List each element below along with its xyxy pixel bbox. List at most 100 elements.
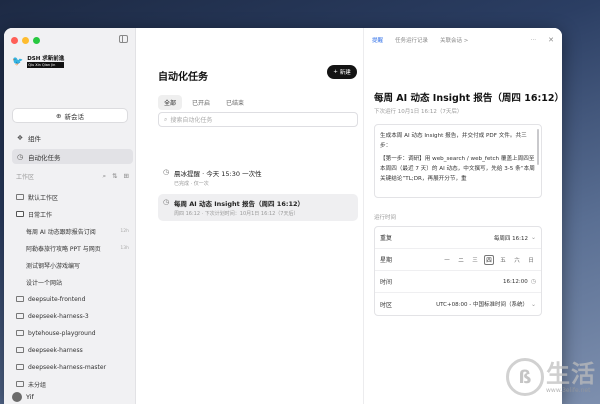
avatar (12, 392, 22, 402)
folder-icon (16, 296, 24, 302)
tab-all[interactable]: 全部 (158, 95, 183, 110)
zoom-window-button[interactable] (33, 37, 40, 44)
next-run-text: 下次运行 10月1日 16:12（7天后） (374, 109, 463, 115)
minimize-window-button[interactable] (22, 37, 29, 44)
prompt-paragraph: 生成本周 AI 动态 Insight 报告，并交付成 PDF 文件。共三步： (380, 133, 527, 149)
user-profile[interactable]: Yif (12, 392, 34, 402)
window-controls (11, 37, 40, 44)
search-placeholder: 搜索自动化任务 (170, 117, 213, 124)
add-folder-icon[interactable]: ⊞ (124, 172, 129, 181)
clock-icon: ◷ (163, 168, 170, 176)
workspace-folder[interactable]: 未分组 (12, 377, 133, 391)
nav-label: 组件 (28, 134, 41, 143)
workspace-folder[interactable]: deepsuite-frontend (12, 292, 133, 306)
conversation-item[interactable]: 每周 AI 动态跟踪报告订阅 12h (12, 224, 133, 238)
brand-logo: 🐦 DSH 求新前進 Qiu Xin Qian Jin (12, 56, 65, 68)
filter-tabs: 全部 已开启 已结束 (158, 95, 250, 110)
time-row[interactable]: 时间 16:12:00 ◷ (375, 271, 541, 293)
close-icon[interactable]: ✕ (548, 36, 554, 44)
folder-icon (16, 381, 24, 387)
task-title: 每周 AI 动态 Insight 报告（周四 16:12） (374, 93, 562, 104)
repeat-value: 每周四 16:12 (493, 235, 528, 242)
watermark-url: www.3elife.net (546, 386, 591, 394)
sidebar: 🐦 DSH 求新前進 Qiu Xin Qian Jin ⊕ 新会话 ❖ 组件 ◷… (4, 28, 136, 404)
schedule-section-label: 运行时间 (374, 215, 397, 221)
component-icon: ❖ (16, 133, 24, 142)
workspace-header: 工作区 ⌕ ⇅ ⊞ (16, 172, 129, 181)
app-window: 🐦 DSH 求新前進 Qiu Xin Qian Jin ⊕ 新会话 ❖ 组件 ◷… (4, 28, 562, 404)
scrollbar[interactable] (537, 129, 539, 165)
clock-icon: ◷ (163, 198, 170, 206)
weekday-picker: 一 二 三 四 五 六 日 (442, 254, 536, 265)
new-chat-button[interactable]: ⊕ 新会话 (12, 108, 128, 123)
workspace-folder[interactable]: deepseek-harness-master (12, 360, 133, 374)
close-window-button[interactable] (11, 37, 18, 44)
conversation-age: 12h (120, 228, 129, 234)
search-input[interactable]: ⌕ 搜索自动化任务 (158, 112, 358, 127)
schedule-form: 重复 每周四 16:12 ⌄ 星期 一 二 三 四 五 六 日 时间 16:12… (374, 226, 542, 316)
conversation-age: 13h (120, 245, 129, 251)
workspace-folder[interactable]: 日常工作 (12, 207, 133, 221)
tab-prompt[interactable]: 提醒 (372, 36, 383, 44)
weekday-sun[interactable]: 日 (526, 255, 536, 265)
page-title: 自动化任务 (158, 72, 208, 83)
weekday-thu[interactable]: 四 (484, 254, 494, 265)
conversation-item[interactable]: 阿勒泰旅行攻略 PPT 与网页 13h (12, 241, 133, 255)
brand-sub: Qiu Xin Qian Jin (27, 62, 65, 68)
folder-icon (16, 313, 24, 319)
tab-run-history[interactable]: 任务运行记录 (395, 36, 428, 44)
workspace-header-label: 工作区 (16, 174, 35, 181)
conversation-item[interactable]: 测试钢琴小游戏编写 (12, 258, 133, 272)
sort-icon[interactable]: ⇅ (112, 172, 117, 181)
task-name: 每周 AI 动态 Insight 报告（周四 16:12） (174, 200, 304, 208)
folder-icon (16, 347, 24, 353)
task-item[interactable]: ◷ 晨冰提醒 · 今天 15:30 一次性 已完成 · 仅一次 (158, 164, 358, 191)
task-status: 已完成 · 仅一次 (174, 181, 209, 187)
new-task-button[interactable]: + 新建 (327, 65, 357, 79)
watermark-logo: ß (506, 358, 544, 396)
workspace-folder[interactable]: 默认工作区 (12, 190, 133, 204)
nav-item-automation[interactable]: ◷ 自动化任务 (12, 149, 133, 164)
task-detail-panel: 提醒 任务运行记录 关联会话 > ⋯ ✕ 每周 AI 动态 Insight 报告… (364, 28, 562, 404)
detail-tabs: 提醒 任务运行记录 关联会话 > ⋯ ✕ (372, 36, 554, 44)
search-icon: ⌕ (164, 115, 168, 123)
weekday-tue[interactable]: 二 (456, 255, 466, 265)
folder-icon (16, 194, 24, 200)
folder-open-icon (16, 211, 24, 217)
watermark: ß 生活 www.3elife.net (506, 358, 596, 396)
nav-item-components[interactable]: ❖ 组件 (12, 130, 133, 145)
workspace-folder[interactable]: deepseek-harness (12, 343, 133, 357)
chevron-down-icon: ⌄ (530, 300, 536, 308)
conversation-item[interactable]: 设计一个网站 (12, 275, 133, 289)
weekday-fri[interactable]: 五 (498, 255, 508, 265)
user-name: Yif (26, 393, 34, 401)
search-icon[interactable]: ⌕ (102, 172, 106, 181)
workspace-folder[interactable]: bytehouse-playground (12, 326, 133, 340)
workspace-folder[interactable]: deepseek-harness-3 (12, 309, 133, 323)
timezone-row[interactable]: 时区 UTC+08:00 - 中国标准时间（系统） ⌄ (375, 293, 541, 315)
plus-icon: + (333, 69, 338, 75)
clock-icon: ◷ (16, 152, 24, 161)
sidebar-toggle-icon[interactable] (119, 35, 128, 43)
task-name: 晨冰提醒 · 今天 15:30 一次性 (174, 170, 262, 178)
prompt-paragraph: 【第一步：调研】用 web_search / web_fetch 覆盖上周四至本… (380, 156, 535, 182)
more-icon[interactable]: ⋯ (531, 37, 537, 43)
weekday-mon[interactable]: 一 (442, 255, 452, 265)
folder-icon (16, 364, 24, 370)
timezone-value: UTC+08:00 - 中国标准时间（系统） (436, 302, 528, 308)
time-value: 16:12:00 (503, 278, 528, 285)
brand-bird-icon: 🐦 (12, 57, 24, 67)
task-item-selected[interactable]: ◷ 每周 AI 动态 Insight 报告（周四 16:12） 周四 16:12… (158, 194, 358, 221)
new-chat-icon: ⊕ (56, 111, 62, 120)
weekday-sat[interactable]: 六 (512, 255, 522, 265)
nav-label: 自动化任务 (28, 153, 61, 162)
repeat-row[interactable]: 重复 每周四 16:12 ⌄ (375, 227, 541, 249)
clock-icon: ◷ (530, 278, 536, 285)
tab-ended[interactable]: 已结束 (220, 95, 250, 110)
tab-enabled[interactable]: 已开启 (186, 95, 216, 110)
prompt-textarea[interactable]: 生成本周 AI 动态 Insight 报告，并交付成 PDF 文件。共三步： 【… (374, 124, 542, 198)
weekday-wed[interactable]: 三 (470, 255, 480, 265)
watermark-text: 生活 (546, 359, 596, 388)
tab-linked-sessions[interactable]: 关联会话 > (440, 36, 468, 44)
task-status: 周四 16:12 · 下次计划时间：10月1日 16:12（7天后） (174, 211, 299, 217)
